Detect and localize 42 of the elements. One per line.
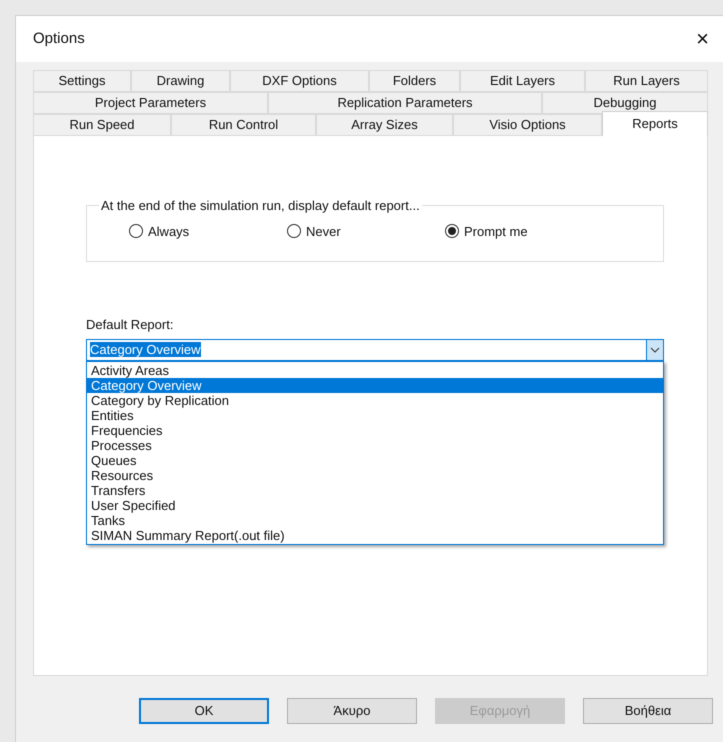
radio-button[interactable] bbox=[445, 224, 459, 238]
radio-option[interactable]: Prompt me bbox=[445, 222, 555, 241]
dropdown-item[interactable]: Category Overview bbox=[87, 378, 663, 392]
report-dropdown[interactable]: Category Overview bbox=[86, 338, 664, 360]
radio-option[interactable]: Always bbox=[129, 222, 239, 241]
dialog-button[interactable]: OK bbox=[139, 698, 269, 724]
tab[interactable]: Project Parameters bbox=[33, 92, 268, 114]
dropdown-item[interactable]: Tanks bbox=[87, 512, 663, 528]
chevron-down-icon[interactable] bbox=[646, 340, 663, 360]
tab[interactable]: Replication Parameters bbox=[268, 92, 542, 114]
tab[interactable]: Folders bbox=[369, 70, 460, 92]
tab[interactable]: Array Sizes bbox=[316, 114, 453, 136]
tab[interactable]: Drawing bbox=[131, 70, 230, 92]
radio-button[interactable] bbox=[287, 224, 301, 238]
group-label: At the end of the simulation run, display default report... bbox=[100, 197, 421, 215]
dropdown-item[interactable]: Processes bbox=[87, 438, 663, 452]
dropdown-item[interactable]: Activity Areas bbox=[87, 362, 663, 378]
tab[interactable]: Reports bbox=[602, 111, 708, 136]
tab[interactable]: Run Control bbox=[171, 114, 316, 136]
dialog-button[interactable]: Άκυρο bbox=[287, 698, 417, 724]
tab[interactable]: Edit Layers bbox=[460, 70, 585, 92]
radio-option[interactable]: Never bbox=[287, 222, 397, 241]
dropdown-item[interactable]: Transfers bbox=[87, 482, 663, 498]
close-button[interactable]: × bbox=[692, 28, 713, 50]
dropdown-value: Category Overview bbox=[90, 342, 201, 356]
radio-button[interactable] bbox=[129, 224, 143, 238]
dropdown-item[interactable]: Category by Replication bbox=[87, 392, 663, 408]
tab[interactable]: DXF Options bbox=[230, 70, 369, 92]
tab[interactable]: Debugging bbox=[542, 92, 708, 114]
tab[interactable]: Run Speed bbox=[33, 114, 171, 136]
field-label: Default Report: bbox=[86, 316, 174, 334]
tab[interactable]: Settings bbox=[33, 70, 131, 92]
tab[interactable]: Run Layers bbox=[585, 70, 708, 92]
dropdown-item[interactable]: User Specified bbox=[87, 498, 663, 512]
tab[interactable]: Visio Options bbox=[453, 114, 602, 136]
dropdown-item[interactable]: SIMAN Summary Report(.out file) bbox=[87, 528, 663, 542]
dropdown-item[interactable]: Resources bbox=[87, 468, 663, 482]
dropdown-item[interactable]: Frequencies bbox=[87, 422, 663, 438]
window-title: Options bbox=[33, 28, 85, 49]
dropdown-item[interactable]: Queues bbox=[87, 452, 663, 468]
dropdown-item[interactable]: Entities bbox=[87, 408, 663, 422]
dialog-button[interactable]: Βοήθεια bbox=[583, 698, 713, 724]
